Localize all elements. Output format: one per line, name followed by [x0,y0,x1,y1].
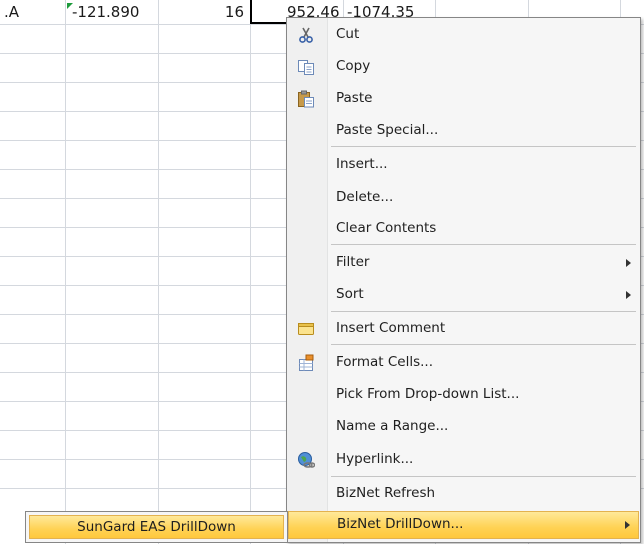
cell-b1[interactable]: -121.890 [72,1,139,23]
menu-item-biznet-drilldown[interactable]: BizNet DrillDown... [288,511,639,539]
menu-item-label: Clear Contents [336,220,437,236]
menu-item-insert[interactable]: Insert... [287,151,640,179]
menu-item-label: Hyperlink... [336,451,414,467]
submenu-arrow-icon [626,259,631,267]
menu-separator [331,311,636,312]
menu-item-label: Insert... [336,156,388,172]
menu-item-pick-from-dropdown-list[interactable]: Pick From Drop-down List... [287,381,640,409]
menu-item-label: Paste [336,90,373,106]
submenu-arrow-icon [626,291,631,299]
comment-icon [297,320,315,338]
menu-item-name-a-range[interactable]: Name a Range... [287,413,640,441]
menu-item-copy[interactable]: Copy [287,53,640,81]
cell-c1[interactable]: 16 [225,1,244,23]
menu-separator [331,146,636,147]
menu-item-label: Format Cells... [336,354,434,370]
cell-a1[interactable]: .A [4,1,19,23]
scissors-icon [297,26,315,44]
menu-separator [331,244,636,245]
menu-item-sort[interactable]: Sort [287,281,640,309]
menu-item-filter[interactable]: Filter [287,249,640,277]
menu-separator [331,344,636,345]
menu-item-label: Name a Range... [336,418,449,434]
menu-item-label: Insert Comment [336,320,446,336]
submenu-item-sungard-eas-drilldown[interactable]: SunGard EAS DrillDown [29,515,284,539]
hyperlink-globe-icon [297,451,316,469]
menu-item-label: BizNet DrillDown... [337,516,464,532]
menu-item-label: Copy [336,58,371,74]
menu-item-paste-special[interactable]: Paste Special... [287,117,640,145]
menu-item-insert-comment[interactable]: Insert Comment [287,315,640,343]
menu-item-label: Cut [336,26,360,42]
menu-item-format-cells[interactable]: Format Cells... [287,349,640,377]
biznet-drilldown-submenu: SunGard EAS DrillDown [25,511,288,543]
menu-item-hyperlink[interactable]: Hyperlink... [287,446,640,474]
menu-item-label: Paste Special... [336,122,439,138]
context-menu: Cut Copy Paste Paste Special... Insert..… [286,17,641,543]
format-cells-icon [297,354,315,372]
menu-item-label: BizNet Refresh [336,485,436,501]
menu-item-label: Pick From Drop-down List... [336,386,520,402]
copy-icon [297,58,315,76]
menu-item-delete[interactable]: Delete... [287,184,640,212]
menu-item-cut[interactable]: Cut [287,21,640,49]
menu-item-label: Filter [336,254,370,270]
clipboard-paste-icon [297,90,315,108]
submenu-arrow-icon [625,521,630,529]
menu-separator [331,476,636,477]
menu-item-paste[interactable]: Paste [287,85,640,113]
menu-item-biznet-refresh[interactable]: BizNet Refresh [287,480,640,508]
menu-item-label: Delete... [336,189,394,205]
menu-item-label: Sort [336,286,364,302]
menu-item-clear-contents[interactable]: Clear Contents [287,215,640,243]
